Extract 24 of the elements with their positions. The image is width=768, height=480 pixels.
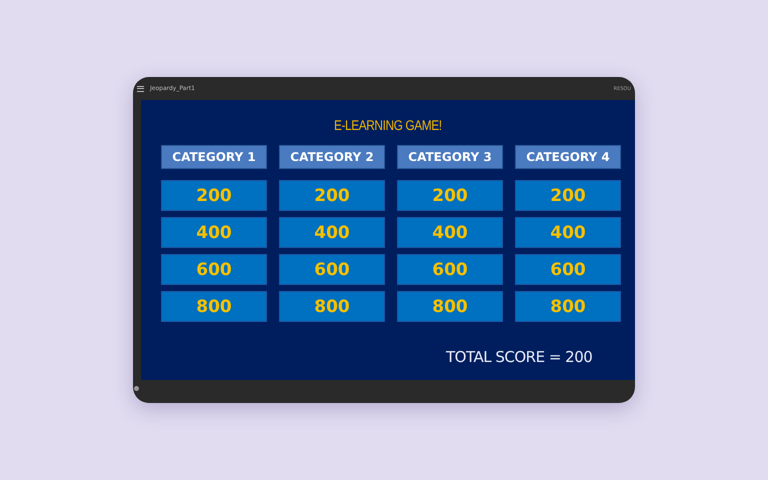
points-button[interactable]: 600	[161, 254, 267, 285]
menu-icon[interactable]	[137, 86, 144, 92]
points-button[interactable]: 800	[397, 291, 503, 322]
points-button[interactable]: 400	[161, 217, 267, 248]
points-button[interactable]: 600	[515, 254, 621, 285]
points-button[interactable]: 800	[279, 291, 385, 322]
points-button[interactable]: 800	[515, 291, 621, 322]
points-button[interactable]: 400	[515, 217, 621, 248]
points-button[interactable]: 200	[161, 180, 267, 211]
category-header: CATEGORY 3	[397, 145, 503, 169]
category-header: CATEGORY 4	[515, 145, 621, 169]
points-button[interactable]: 200	[397, 180, 503, 211]
points-button[interactable]: 600	[279, 254, 385, 285]
points-button[interactable]: 600	[397, 254, 503, 285]
total-score: TOTAL SCORE = 200	[446, 348, 592, 366]
category-header: CATEGORY 1	[161, 145, 267, 169]
points-button[interactable]: 800	[161, 291, 267, 322]
points-button[interactable]: 200	[515, 180, 621, 211]
points-button[interactable]: 200	[279, 180, 385, 211]
dot-icon	[134, 386, 139, 391]
game-title: E-LEARNING GAME!	[334, 117, 442, 133]
category-header: CATEGORY 2	[279, 145, 385, 169]
points-button[interactable]: 400	[279, 217, 385, 248]
points-button[interactable]: 400	[397, 217, 503, 248]
